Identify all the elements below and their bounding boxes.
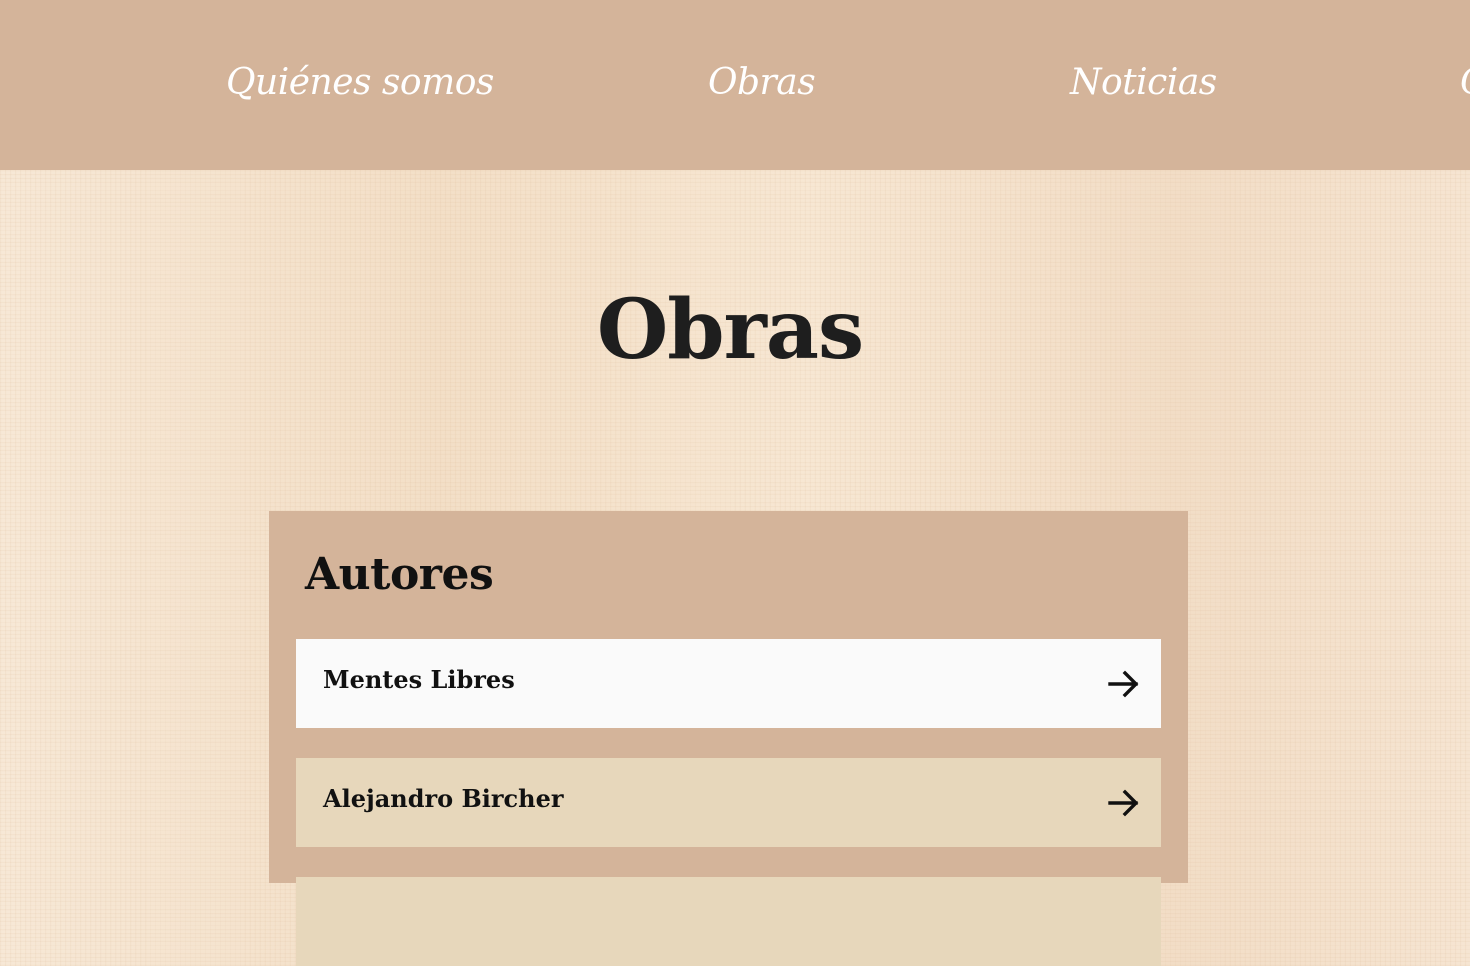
author-item-partial[interactable] <box>296 877 1161 966</box>
authors-panel-title: Autores <box>305 549 494 600</box>
author-item-mentes-libres[interactable]: Mentes Libres <box>296 639 1161 728</box>
top-navigation: Quiénes somos Obras Noticias C <box>0 0 1470 170</box>
author-item-label: Mentes Libres <box>323 665 515 694</box>
nav-link-quienes-somos[interactable]: Quiénes somos <box>226 62 494 103</box>
nav-link-partial[interactable]: C <box>1460 62 1470 103</box>
author-item-label: Alejandro Bircher <box>323 784 564 813</box>
author-item-alejandro-bircher[interactable]: Alejandro Bircher <box>296 758 1161 847</box>
nav-link-noticias[interactable]: Noticias <box>1070 62 1217 103</box>
arrow-right-icon <box>1108 789 1139 817</box>
nav-link-obras[interactable]: Obras <box>708 62 816 103</box>
page-title: Obras <box>596 282 864 378</box>
arrow-right-icon <box>1108 670 1139 698</box>
authors-panel: Autores Mentes Libres Alejandro Bircher <box>269 511 1188 966</box>
